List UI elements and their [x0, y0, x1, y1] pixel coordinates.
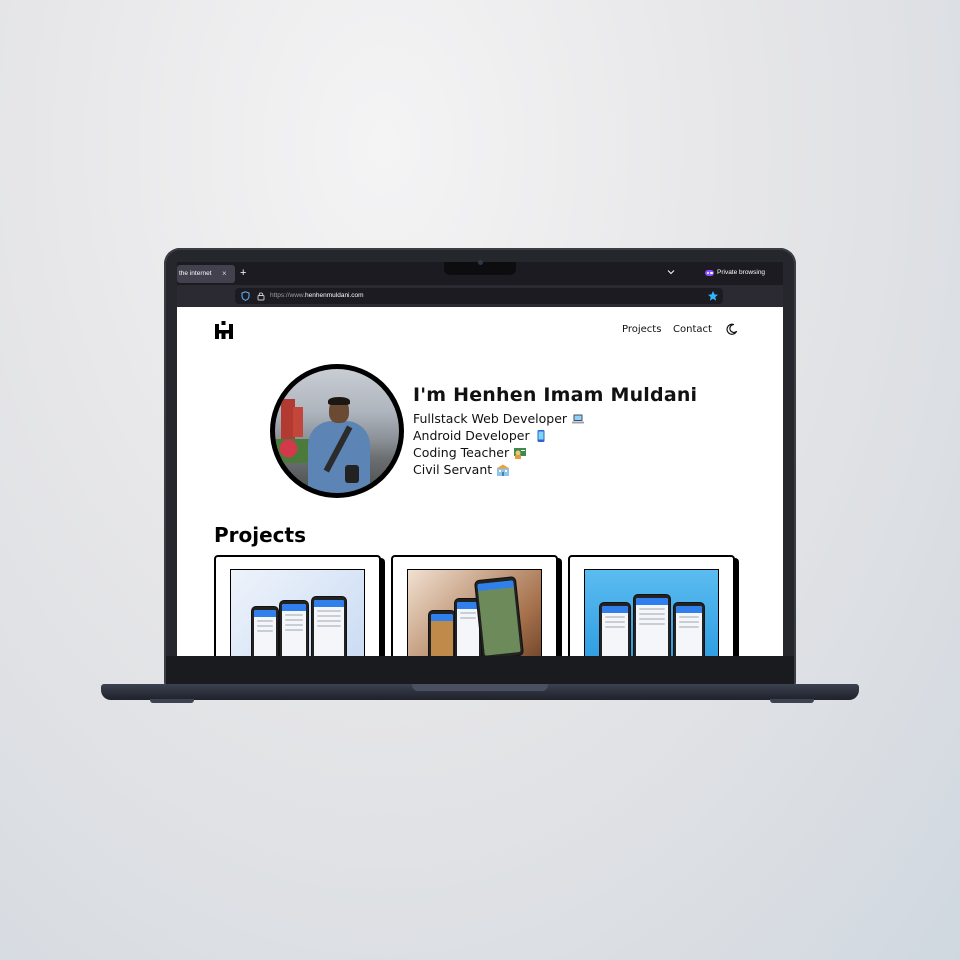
- laptop-foot: [770, 699, 814, 703]
- url-text[interactable]: https://www.henhenmuldani.com: [270, 288, 364, 304]
- bookmark-star-icon[interactable]: [707, 290, 719, 302]
- nav-link-contact[interactable]: Contact: [673, 324, 712, 335]
- laptop-icon: [572, 414, 585, 423]
- lock-icon[interactable]: [257, 291, 265, 301]
- project-thumbnail: [584, 569, 719, 656]
- school-building-icon: [496, 464, 510, 476]
- web-page: Projects Contact I'm Henhen Imam Muldani…: [177, 307, 783, 656]
- role-item: Civil Servant: [413, 462, 510, 477]
- laptop-opening-notch: [412, 684, 548, 691]
- role-item: Coding Teacher: [413, 445, 527, 460]
- new-tab-button[interactable]: +: [240, 267, 246, 279]
- role-label: Civil Servant: [413, 462, 493, 477]
- role-label: Android Developer: [413, 428, 530, 443]
- hero-name: I'm Henhen Imam Muldani: [413, 384, 698, 406]
- tab-close-icon[interactable]: ×: [222, 265, 227, 283]
- browser-tab[interactable]: the internet ×: [177, 265, 235, 283]
- private-browsing-label: Private browsing: [717, 269, 766, 276]
- laptop-bottom-bezel: [166, 656, 794, 684]
- role-item: Fullstack Web Developer: [413, 411, 585, 426]
- laptop-mockup: the internet × + Private browsing https:…: [0, 0, 960, 960]
- role-item: Android Developer: [413, 428, 548, 443]
- project-card[interactable]: [214, 555, 381, 656]
- nav-link-projects[interactable]: Projects: [622, 324, 661, 335]
- url-protocol: https://www.: [270, 292, 306, 299]
- private-browsing-indicator: Private browsing: [705, 268, 765, 278]
- camera-icon: [478, 260, 483, 265]
- project-thumbnail: [407, 569, 542, 656]
- chevron-down-icon[interactable]: [667, 268, 675, 276]
- laptop-screen: the internet × + Private browsing https:…: [177, 262, 783, 656]
- project-thumbnail: [230, 569, 365, 656]
- browser-nav-bar: https://www.henhenmuldani.com: [177, 285, 783, 307]
- private-mask-icon: [705, 270, 714, 276]
- moon-icon[interactable]: [725, 323, 738, 336]
- shield-icon[interactable]: [241, 291, 250, 301]
- browser-tab-title: the internet: [179, 270, 212, 277]
- role-label: Fullstack Web Developer: [413, 411, 568, 426]
- projects-heading: Projects: [214, 523, 307, 547]
- project-card[interactable]: [391, 555, 558, 656]
- url-bar[interactable]: https://www.henhenmuldani.com: [235, 288, 723, 304]
- role-label: Coding Teacher: [413, 445, 510, 460]
- url-domain: henhenmuldani.com: [305, 292, 364, 299]
- teacher-icon: [514, 447, 527, 459]
- site-logo[interactable]: [214, 320, 234, 340]
- mobile-phone-icon: [537, 429, 545, 442]
- profile-photo: [270, 364, 404, 498]
- project-card[interactable]: [568, 555, 735, 656]
- laptop-foot: [150, 699, 194, 703]
